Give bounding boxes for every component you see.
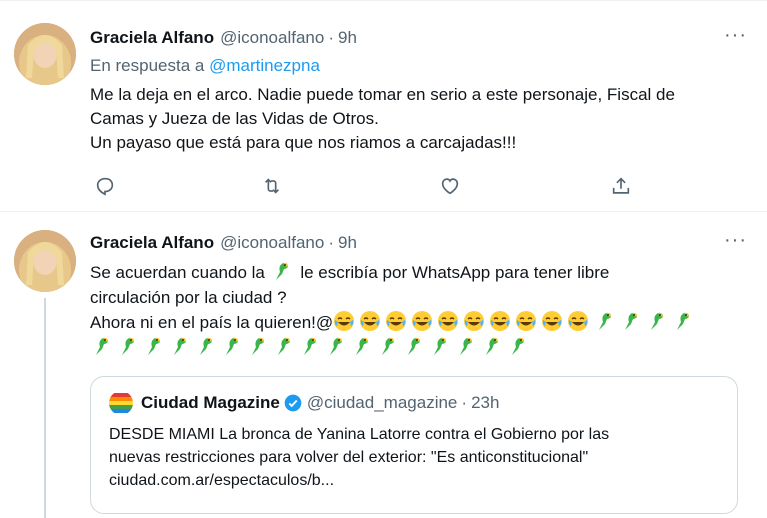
like-icon[interactable] [439,175,463,199]
separator: · [328,28,334,47]
parrot-emoji-icon [671,310,693,332]
tweet-text-line: Ahora ni en el país la quieren!@ [90,310,747,335]
more-icon[interactable]: ··· [724,230,747,250]
tweet-header: Graciela Alfano @iconoalfano · 9h [90,232,747,254]
laughing-emoji-icon [359,310,381,332]
tweet-text: Me la deja en el arco. Nadie puede tomar… [90,83,747,155]
tweet-actions [90,175,650,199]
parrot-emoji-icon [402,335,424,357]
parrot-emoji-icon [272,335,294,357]
tweet-text-line: circulación por la ciudad ? [90,288,287,307]
parrot-emoji-icon [246,335,268,357]
parrot-emoji-icon [194,335,216,357]
laughing-emoji-icon [515,310,537,332]
tweet-1[interactable]: Graciela Alfano @iconoalfano · 9h ··· En… [0,0,767,212]
parrot-emoji-icon [142,335,164,357]
text-fragment: Se acuerdan cuando la [90,263,265,282]
thread-connector [44,298,46,518]
retweet-icon[interactable] [261,175,285,199]
parrot-emoji-icon [168,335,190,357]
laughing-emoji-icon [333,310,355,332]
quoted-text-line: nuevas restricciones para volver del ext… [109,449,589,466]
parrot-emoji-icon [116,335,138,357]
tweet-header: Graciela Alfano @iconoalfano · 9h [90,27,747,49]
laughing-emoji-icon [385,310,407,332]
parrot-emoji-icon [506,335,528,357]
parrot-emoji-icon [428,335,450,357]
parrot-emoji-icon [454,335,476,357]
quoted-text-line: DESDE MIAMI La bronca de Yanina Latorre … [109,426,610,443]
quoted-link[interactable]: ciudad.com.ar/espectaculos/b... [109,469,723,492]
avatar-image [14,23,76,85]
tweet-text-line: Un payaso que está para que nos riamos a… [90,133,517,152]
laughing-emoji-icon [463,310,485,332]
verified-badge-icon [284,394,302,412]
text-fragment: le escribía por WhatsApp para tener libr… [300,263,610,282]
author-handle[interactable]: @iconoalfano [220,232,324,254]
tweet-text-line: Camas y Jueza de las Vidas de Otros. [90,109,379,128]
more-icon[interactable]: ··· [724,25,747,45]
separator: · [461,393,468,412]
quoted-tweet[interactable]: Ciudad Magazine @ciudad_magazine · 23h D… [90,376,738,514]
parrot-emoji-icon [270,260,292,282]
parrot-emoji-icon [619,310,641,332]
tweet-text-line [90,335,747,360]
laughing-emoji-icon [541,310,563,332]
parrot-emoji-icon [324,335,346,357]
parrot-emoji-icon [90,335,112,357]
tweet-text-line: Me la deja en el arco. Nadie puede tomar… [90,85,675,104]
author-name[interactable]: Graciela Alfano [90,27,214,49]
timestamp[interactable]: 9h [338,27,357,49]
avatar-image [14,230,76,292]
parrot-emoji-icon [220,335,242,357]
parrot-emoji-icon [350,335,372,357]
laughing-emoji-icon [411,310,433,332]
quoted-text: DESDE MIAMI La bronca de Yanina Latorre … [109,423,723,492]
parrot-emoji-group [593,310,697,332]
avatar[interactable] [14,23,76,85]
tweet-2[interactable]: Graciela Alfano @iconoalfano · 9h ··· Se… [0,212,767,518]
tweet-text-line: Se acuerdan cuando la le escribía por Wh… [90,260,747,285]
laughing-emoji-icon [437,310,459,332]
reply-icon[interactable] [94,175,118,199]
reply-mention-link[interactable]: @martinezpna [209,56,320,75]
tweet-text: Se acuerdan cuando la le escribía por Wh… [90,260,747,360]
author-handle[interactable]: @iconoalfano [220,27,324,49]
parrot-emoji-icon [376,335,398,357]
share-icon[interactable] [610,175,634,199]
parrot-emoji-icon [480,335,502,357]
author-name[interactable]: Graciela Alfano [90,232,214,254]
separator: · [328,233,334,252]
laughing-emoji-icon [489,310,511,332]
quoted-author-handle: @ciudad_magazine [306,393,458,412]
quoted-timestamp: 23h [471,393,500,412]
timestamp[interactable]: 9h [338,232,357,254]
quoted-avatar [109,391,133,415]
laughing-emoji-icon [567,310,589,332]
parrot-emoji-icon [645,310,667,332]
laugh-emoji-group [333,310,593,332]
reply-context: En respuesta a @martinezpna [90,55,747,77]
parrot-emoji-icon [298,335,320,357]
quoted-header: Ciudad Magazine @ciudad_magazine · 23h [109,391,723,415]
parrot-emoji-icon [593,310,615,332]
text-fragment: Ahora ni en el país la quieren!@ [90,313,334,332]
reply-prefix: En respuesta a [90,56,205,75]
avatar[interactable] [14,230,76,292]
quoted-author-name: Ciudad Magazine [141,393,280,412]
